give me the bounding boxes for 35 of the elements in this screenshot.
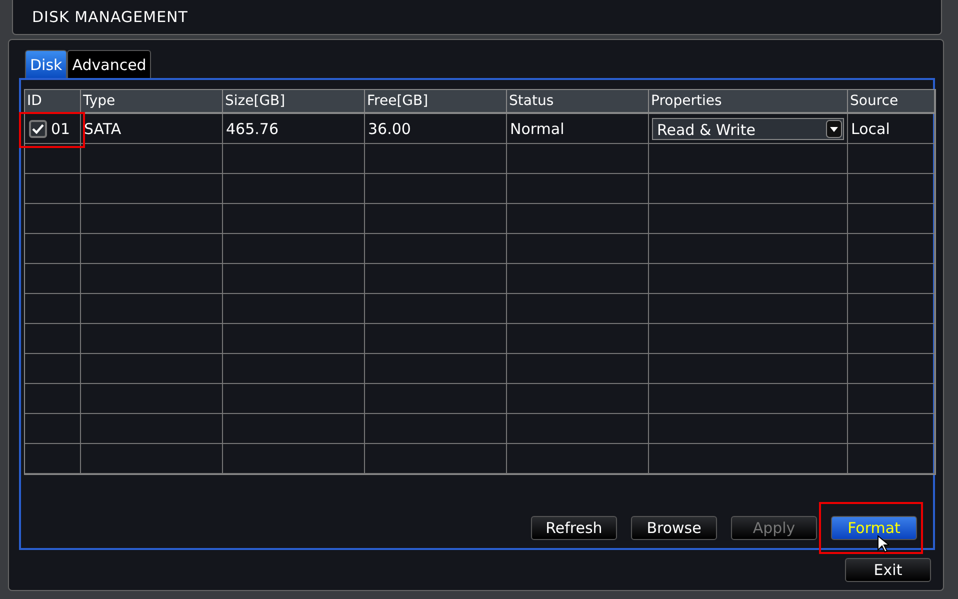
table-cell: 36.00 [365,114,507,144]
checkmark-icon [32,124,44,134]
column-header: Source [848,90,935,114]
empty-table-cell [25,354,81,384]
column-header: ID [25,90,81,114]
checkbox[interactable] [29,120,47,138]
properties-dropdown[interactable]: Read & Write [652,118,844,140]
empty-table-cell [25,204,81,234]
action-button[interactable]: Browse [631,516,717,540]
empty-table-cell [25,294,81,324]
empty-table-cell [25,384,81,414]
caret-icon [826,120,842,138]
table-cell: Normal [507,114,649,144]
column-header: Size[GB] [223,90,365,114]
column-header: Free[GB] [365,90,507,114]
table-cell: 01 [51,120,70,138]
tab[interactable]: Advanced [67,50,152,78]
column-header: Type [81,90,223,114]
empty-table-cell [25,444,81,474]
empty-table-cell [25,174,81,204]
empty-table-cell [25,324,81,354]
table-cell: SATA [81,114,223,144]
column-header: Properties [649,90,848,114]
table-cell: 465.76 [223,114,365,144]
empty-table-cell [25,234,81,264]
tab[interactable]: Disk [25,50,68,78]
action-button[interactable]: Refresh [531,516,617,540]
exit-button[interactable]: Exit [845,558,931,582]
empty-table-cell [25,264,81,294]
empty-table-cell [25,414,81,444]
table-cell: Local [848,114,935,144]
column-header: Status [507,90,649,114]
pointer-cursor-icon [877,535,889,553]
action-button[interactable]: Format [831,516,917,540]
window-title: DISK MANAGEMENT [32,8,188,26]
